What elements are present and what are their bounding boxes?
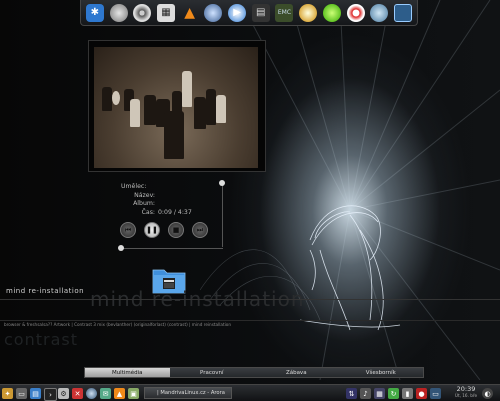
film-icon[interactable]: ▦ (156, 3, 175, 22)
start-menu-icon[interactable]: ✦ (2, 388, 13, 399)
artist-label: Umělec: (121, 183, 147, 190)
terminal-icon[interactable]: › (44, 388, 57, 401)
video-window[interactable] (88, 40, 266, 172)
optical-drive-icon[interactable] (133, 3, 152, 22)
media-player-icon[interactable]: ▶ (228, 3, 247, 22)
playback-controls: ⏮ ❚❚ ■ ⏭ (120, 222, 208, 238)
top-dock: ✱ ▦ ▲ ▶ ▤ EMC (80, 0, 418, 26)
tools-icon[interactable]: ✕ (72, 388, 83, 399)
pager-tab-pracovni[interactable]: Pracovní (170, 368, 255, 377)
package-icon[interactable]: ▣ (128, 388, 139, 399)
clapper-icon[interactable]: ▤ (251, 3, 270, 22)
clock-date: Út, 16. bře (454, 393, 478, 398)
next-button[interactable]: ⏭ (192, 222, 208, 238)
next-icon: ⏭ (196, 225, 204, 234)
show-desktop-icon[interactable]: ▭ (16, 388, 27, 399)
video-frame-image (94, 47, 258, 168)
monitor-icon[interactable] (393, 3, 412, 22)
pager-tab-multimedia[interactable]: Multimédia (85, 368, 170, 377)
previous-icon: ⏮ (124, 225, 132, 234)
panel-toolbox-icon[interactable]: ◐ (482, 388, 493, 399)
volume-slider-track[interactable] (222, 183, 223, 247)
clock[interactable]: 20:39 Út, 16. bře (454, 385, 478, 399)
divider-line-2 (0, 320, 500, 321)
system-settings-icon[interactable]: ⚙ (58, 388, 69, 399)
kde-menu-icon[interactable]: ✱ (85, 3, 104, 22)
disc-icon[interactable] (109, 3, 128, 22)
taskbar-window-arora[interactable]: | MandrivaLinux.cz - Arora (144, 387, 232, 399)
audio-player-icon[interactable] (204, 3, 223, 22)
tray-update-icon[interactable]: ↻ (388, 388, 399, 399)
tray-display-icon[interactable]: ▭ (430, 388, 441, 399)
media-icon[interactable]: ▲ (114, 388, 125, 399)
title-label: Název: (134, 191, 155, 199)
file-manager-icon[interactable]: ▤ (30, 388, 41, 399)
track-info: Umělec: Název: Album: Čas: 0:09 / 4:37 (121, 183, 192, 217)
pager-tab-zabava[interactable]: Zábava (254, 368, 339, 377)
task-label: | MandrivaLinux.cz - Arora (157, 390, 225, 396)
globe-icon[interactable] (370, 3, 389, 22)
stop-button[interactable]: ■ (168, 222, 184, 238)
disc-burner-icon[interactable] (299, 3, 318, 22)
time-value: 0:09 / 4:37 (158, 208, 192, 216)
browser-icon[interactable] (86, 388, 97, 399)
pager-tab-vsesbornik[interactable]: Všesborník (339, 368, 424, 377)
volume-slider-handle[interactable] (219, 180, 225, 186)
tray-volume-icon[interactable]: ♪ (360, 388, 371, 399)
tray-battery-icon[interactable]: ▮ (402, 388, 413, 399)
mail-icon[interactable]: ✉ (100, 388, 111, 399)
pause-icon: ❚❚ (146, 226, 158, 234)
seek-slider-track[interactable] (121, 248, 223, 249)
eye-icon[interactable] (346, 3, 365, 22)
seek-slider-handle[interactable] (118, 245, 124, 251)
pause-button[interactable]: ❚❚ (144, 222, 160, 238)
time-label: Čas: (141, 208, 155, 216)
background-code-column (0, 0, 70, 320)
divider-line (0, 299, 500, 300)
tray-network-icon[interactable]: ⇅ (346, 388, 357, 399)
news-ticker: browser & freshsalsa?? Artwork | Contras… (4, 322, 232, 327)
stop-icon: ■ (172, 226, 180, 234)
tray-clipboard-icon[interactable]: ▦ (374, 388, 385, 399)
glowing-figure-art (299, 205, 401, 331)
green-app-icon[interactable] (322, 3, 341, 22)
desktop-label: mind re-installation (6, 287, 85, 295)
taskbar: ✦ ▭ ▤ › ⚙ ✕ ✉ ▲ ▣ | MandrivaLinux.cz - A… (0, 384, 500, 401)
tray-ati-icon[interactable]: ● (416, 388, 427, 399)
previous-button[interactable]: ⏮ (120, 222, 136, 238)
vlc-cone-icon[interactable]: ▲ (181, 4, 199, 22)
contrast-watermark: contrast (4, 330, 78, 349)
clock-time: 20:39 (456, 385, 476, 393)
desktop-pager: Multimédia Pracovní Zábava Všesborník (84, 367, 424, 378)
emc-icon[interactable]: EMC (275, 3, 294, 22)
album-label: Album: (133, 200, 155, 207)
